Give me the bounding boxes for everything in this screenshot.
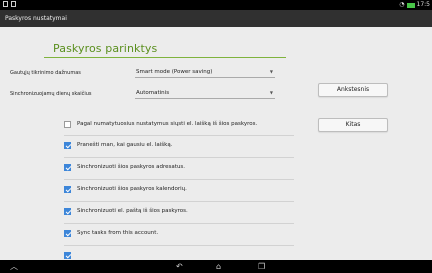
battery-icon bbox=[406, 2, 415, 8]
divider bbox=[64, 179, 294, 180]
title-divider bbox=[44, 57, 286, 58]
account-options-screen: Paskyros parinktys Gautųjų tikrinimo daž… bbox=[0, 27, 432, 260]
divider bbox=[64, 245, 294, 246]
option-label: Pranešti man, kai gausiu el. laišką. bbox=[77, 142, 173, 148]
check-frequency-select[interactable]: Smart mode (Power saving) ▼ bbox=[135, 67, 275, 78]
checkbox-checked-icon[interactable] bbox=[64, 251, 71, 259]
checkbox-checked-icon[interactable] bbox=[64, 163, 71, 171]
status-indicators: ◔ 17:5 bbox=[399, 0, 430, 10]
option-label: Sinchronizuoti šios paskyros adresatus. bbox=[77, 164, 186, 170]
sync-days-label: Sinchronizuojamų dienų skaičius bbox=[10, 91, 92, 97]
option-default-send[interactable]: Pagal numatytuosius nustatymus siųsti el… bbox=[64, 117, 294, 131]
option-sync-tasks[interactable]: Sync tasks from this account. bbox=[64, 226, 294, 240]
notification-icons bbox=[3, 1, 16, 7]
divider bbox=[64, 223, 294, 224]
option-sync-contacts[interactable]: Sinchronizuoti šios paskyros adresatus. bbox=[64, 160, 294, 174]
option-notify-email[interactable]: Pranešti man, kai gausiu el. laišką. bbox=[64, 138, 294, 152]
expand-icon[interactable]: ︿ bbox=[10, 262, 18, 271]
dropdown-arrow-icon: ▼ bbox=[269, 69, 273, 74]
status-bar: ◔ 17:5 bbox=[0, 0, 432, 10]
option-label: Sinchronizuoti šios paskyros kalendorių. bbox=[77, 186, 187, 192]
status-time: 17:5 bbox=[416, 1, 430, 8]
check-frequency-label: Gautųjų tikrinimo dažnumas bbox=[10, 70, 81, 76]
back-button[interactable]: Ankstesnis bbox=[318, 83, 388, 97]
recent-apps-icon[interactable]: ❐ bbox=[258, 262, 265, 271]
action-bar: Paskyros nustatymai bbox=[0, 10, 432, 27]
screenshot-icon bbox=[11, 1, 16, 7]
checkbox-checked-icon[interactable] bbox=[64, 229, 71, 237]
option-label: Pagal numatytuosius nustatymus siųsti el… bbox=[77, 121, 258, 127]
wifi-icon: ◔ bbox=[399, 1, 405, 8]
sync-days-select[interactable]: Automatinis ▼ bbox=[135, 88, 275, 99]
divider bbox=[64, 157, 294, 158]
divider bbox=[64, 201, 294, 202]
option-label: Sinchronizuoti el. paštą iš šios paskyro… bbox=[77, 208, 188, 214]
home-icon[interactable]: ⌂ bbox=[216, 262, 221, 271]
option-sync-email[interactable]: Sinchronizuoti el. paštą iš šios paskyro… bbox=[64, 204, 294, 218]
checkbox-icon[interactable] bbox=[64, 120, 71, 128]
checkbox-checked-icon[interactable] bbox=[64, 141, 71, 149]
action-bar-title: Paskyros nustatymai bbox=[5, 15, 67, 22]
back-icon[interactable]: ↶ bbox=[176, 262, 183, 271]
notification-icon bbox=[3, 1, 8, 7]
checkbox-checked-icon[interactable] bbox=[64, 207, 71, 215]
page-title: Paskyros parinktys bbox=[53, 42, 158, 55]
option-sync-calendar[interactable]: Sinchronizuoti šios paskyros kalendorių. bbox=[64, 182, 294, 196]
dropdown-arrow-icon: ▼ bbox=[269, 90, 273, 95]
checkbox-checked-icon[interactable] bbox=[64, 185, 71, 193]
next-button[interactable]: Kitas bbox=[318, 118, 388, 132]
divider bbox=[64, 135, 294, 136]
sync-days-value: Automatinis bbox=[136, 90, 170, 96]
navigation-bar: ︿ ↶ ⌂ ❐ bbox=[0, 260, 432, 273]
check-frequency-value: Smart mode (Power saving) bbox=[136, 69, 213, 75]
option-label: Sync tasks from this account. bbox=[77, 230, 159, 236]
